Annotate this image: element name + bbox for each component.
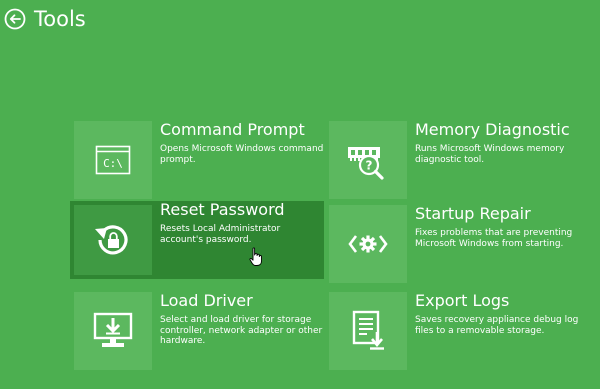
tool-icon-box: C:\	[74, 121, 152, 199]
back-arrow-icon[interactable]	[4, 8, 26, 30]
tool-export-logs[interactable]: Export Logs Saves recovery appliance deb…	[329, 292, 583, 370]
startup-repair-icon	[348, 235, 388, 253]
reset-password-icon	[95, 225, 128, 255]
tool-description: Opens Microsoft Windows command prompt.	[160, 144, 324, 165]
load-driver-icon	[93, 312, 133, 347]
tool-title: Reset Password	[160, 200, 285, 219]
tool-description: Select and load driver for storage contr…	[160, 315, 323, 346]
tool-command-prompt[interactable]: C:\ Command Prompt Opens Microsoft Windo…	[74, 121, 328, 199]
tool-title: Memory Diagnostic	[415, 120, 570, 139]
export-logs-icon	[352, 310, 384, 350]
tool-title: Export Logs	[415, 291, 510, 310]
tool-startup-repair[interactable]: Startup Repair Fixes problems that are p…	[329, 205, 583, 283]
svg-text:?: ?	[366, 159, 373, 173]
hand-pointer-icon	[249, 247, 262, 266]
command-prompt-icon: C:\	[95, 145, 131, 175]
tool-icon-box	[329, 292, 407, 370]
tool-title: Startup Repair	[415, 204, 531, 223]
tool-load-driver[interactable]: Load Driver Select and load driver for s…	[74, 292, 328, 370]
tool-icon-box	[329, 205, 407, 283]
tool-icon-box	[74, 292, 152, 370]
tool-icon-box: ?	[329, 121, 407, 199]
tool-description: Fixes problems that are preventing Micro…	[415, 228, 573, 249]
tool-title: Load Driver	[160, 291, 253, 310]
tool-description: Resets Local Administrator account's pas…	[160, 224, 281, 245]
memory-diagnostic-icon: ?	[348, 147, 384, 180]
tool-reset-password[interactable]: Reset Password Resets Local Administrato…	[70, 201, 324, 279]
page-title: Tools	[34, 7, 86, 31]
page-header: Tools	[4, 5, 86, 33]
cmd-icon-text: C:\	[103, 157, 123, 170]
tool-title: Command Prompt	[160, 120, 305, 139]
tool-description: Runs Microsoft Windows memory diagnostic…	[415, 144, 565, 165]
tool-memory-diagnostic[interactable]: ? Memory Diagnostic Runs Microsoft Windo…	[329, 121, 583, 199]
tool-description: Saves recovery appliance debug log files…	[415, 315, 579, 336]
tool-icon-box	[74, 205, 152, 275]
